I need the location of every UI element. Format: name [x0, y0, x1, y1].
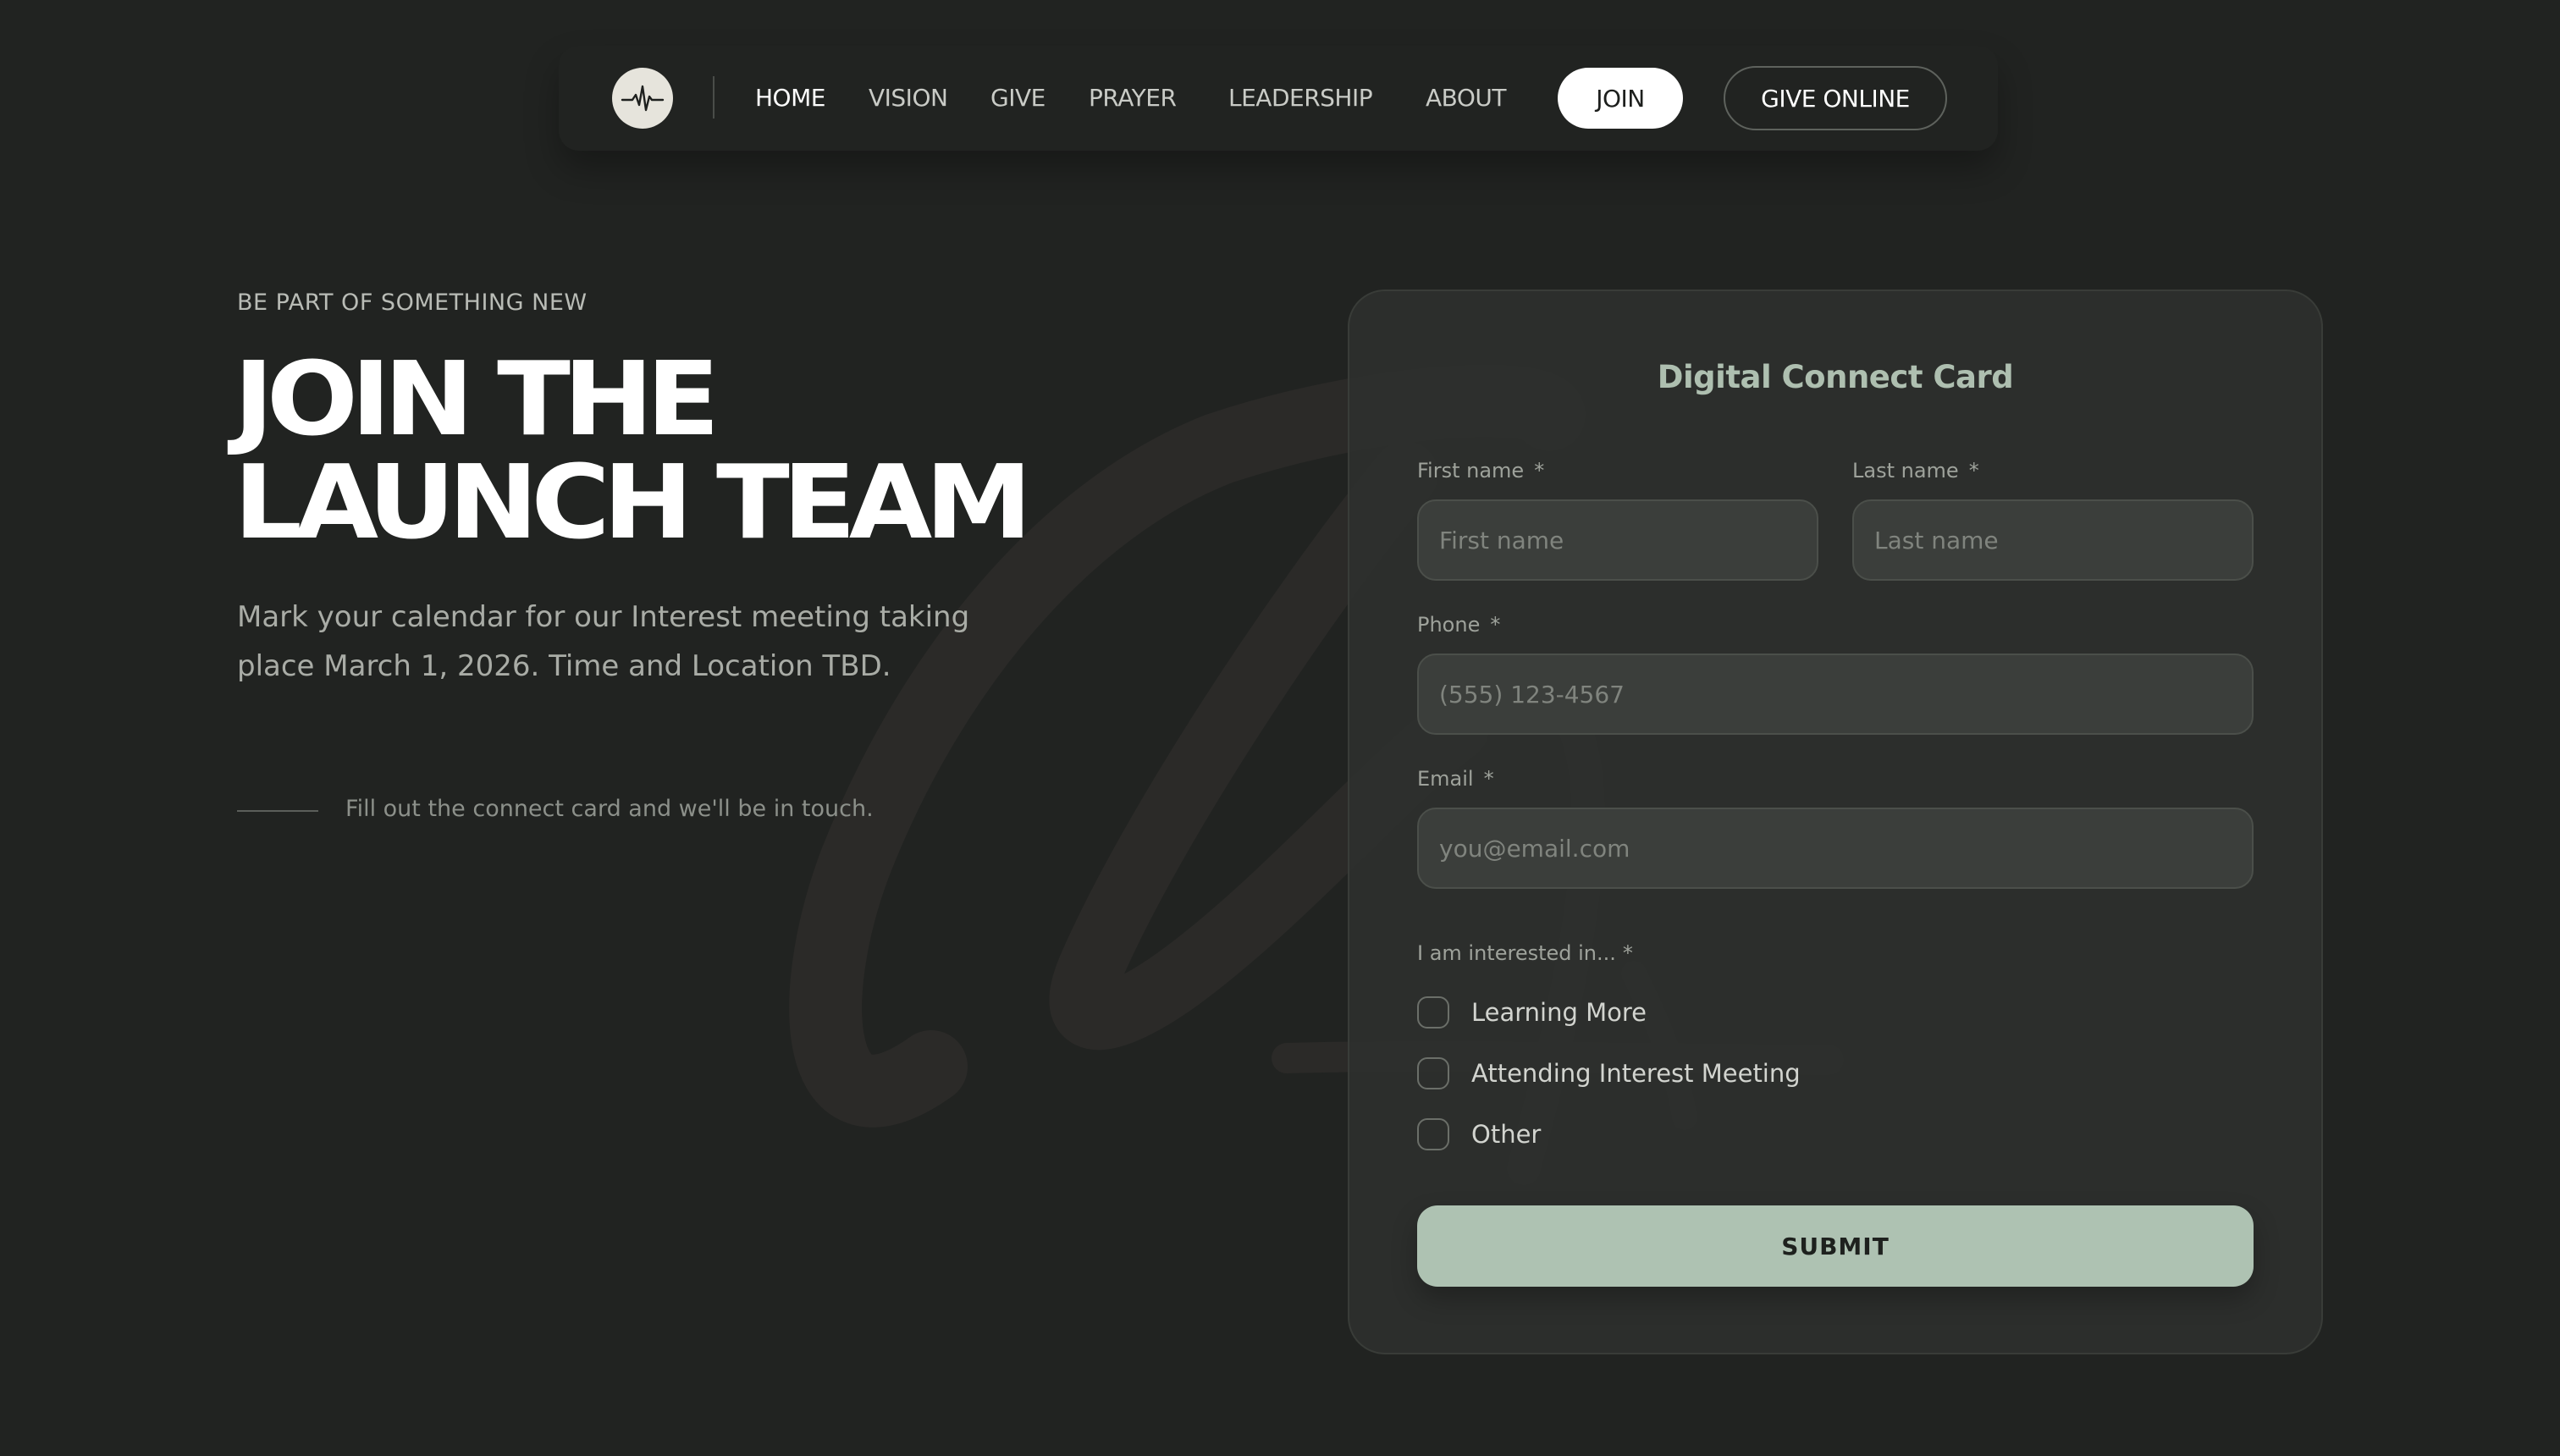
card-title: Digital Connect Card	[1657, 359, 2014, 395]
checkbox-label: Learning More	[1471, 998, 1647, 1027]
hero-headline: JOIN THE LAUNCH TEAM	[234, 341, 1032, 562]
email-label: Email *	[1417, 767, 1494, 791]
first-name-input[interactable]	[1417, 499, 1818, 581]
nav-link-home[interactable]: HOME	[755, 81, 825, 115]
hero-intro: Mark your calendar for our Interest meet…	[237, 600, 970, 683]
interest-label: I am interested in... *	[1417, 941, 1633, 965]
required-mark: *	[1534, 459, 1545, 483]
checkbox[interactable]	[1417, 996, 1449, 1029]
headline-line-2: LAUNCH TEAM	[234, 444, 1032, 562]
interest-option-learning-more[interactable]: Learning More	[1417, 994, 1647, 1031]
hero-note: Fill out the connect card and we'll be i…	[345, 796, 874, 822]
required-mark: *	[1968, 459, 1979, 483]
checkbox-label: Other	[1471, 1120, 1542, 1149]
nav-link-prayer[interactable]: PRAYER	[1089, 81, 1177, 115]
nav-link-vision[interactable]: VISION	[869, 81, 948, 115]
nav-link-give[interactable]: GIVE	[990, 81, 1046, 115]
first-name-label: First name *	[1417, 459, 1544, 483]
hero-eyebrow: BE PART OF SOMETHING NEW	[237, 290, 588, 316]
give-online-button[interactable]: GIVE ONLINE	[1724, 66, 1947, 130]
interest-option-other[interactable]: Other	[1417, 1116, 1541, 1153]
headline-line-1: JOIN THE	[234, 341, 720, 459]
last-name-label-text: Last name	[1852, 459, 1959, 483]
logo[interactable]	[612, 68, 673, 129]
email-input[interactable]	[1417, 808, 2254, 889]
checkbox[interactable]	[1417, 1057, 1449, 1089]
last-name-input[interactable]	[1852, 499, 2254, 581]
phone-label-text: Phone	[1417, 613, 1481, 637]
required-mark: *	[1490, 613, 1501, 637]
join-button[interactable]: JOIN	[1558, 68, 1683, 129]
submit-button[interactable]: SUBMIT	[1417, 1205, 2254, 1287]
email-label-text: Email	[1417, 767, 1474, 791]
required-mark: *	[1622, 941, 1633, 965]
nav-link-about[interactable]: ABOUT	[1426, 81, 1507, 115]
required-mark: *	[1483, 767, 1494, 791]
interest-option-attending-meeting[interactable]: Attending Interest Meeting	[1417, 1055, 1801, 1092]
last-name-label: Last name *	[1852, 459, 1979, 483]
phone-label: Phone *	[1417, 613, 1500, 637]
nav-link-leadership[interactable]: LEADERSHIP	[1228, 81, 1373, 115]
interest-label-text: I am interested in...	[1417, 941, 1616, 965]
checkbox-label: Attending Interest Meeting	[1471, 1059, 1801, 1088]
first-name-label-text: First name	[1417, 459, 1525, 483]
connect-card-form: Digital Connect Card First name * Last na…	[1348, 290, 2323, 1354]
nav-divider	[713, 76, 714, 119]
note-divider	[237, 810, 318, 812]
heartbeat-icon	[621, 85, 665, 112]
phone-input[interactable]	[1417, 654, 2254, 735]
checkbox[interactable]	[1417, 1118, 1449, 1150]
